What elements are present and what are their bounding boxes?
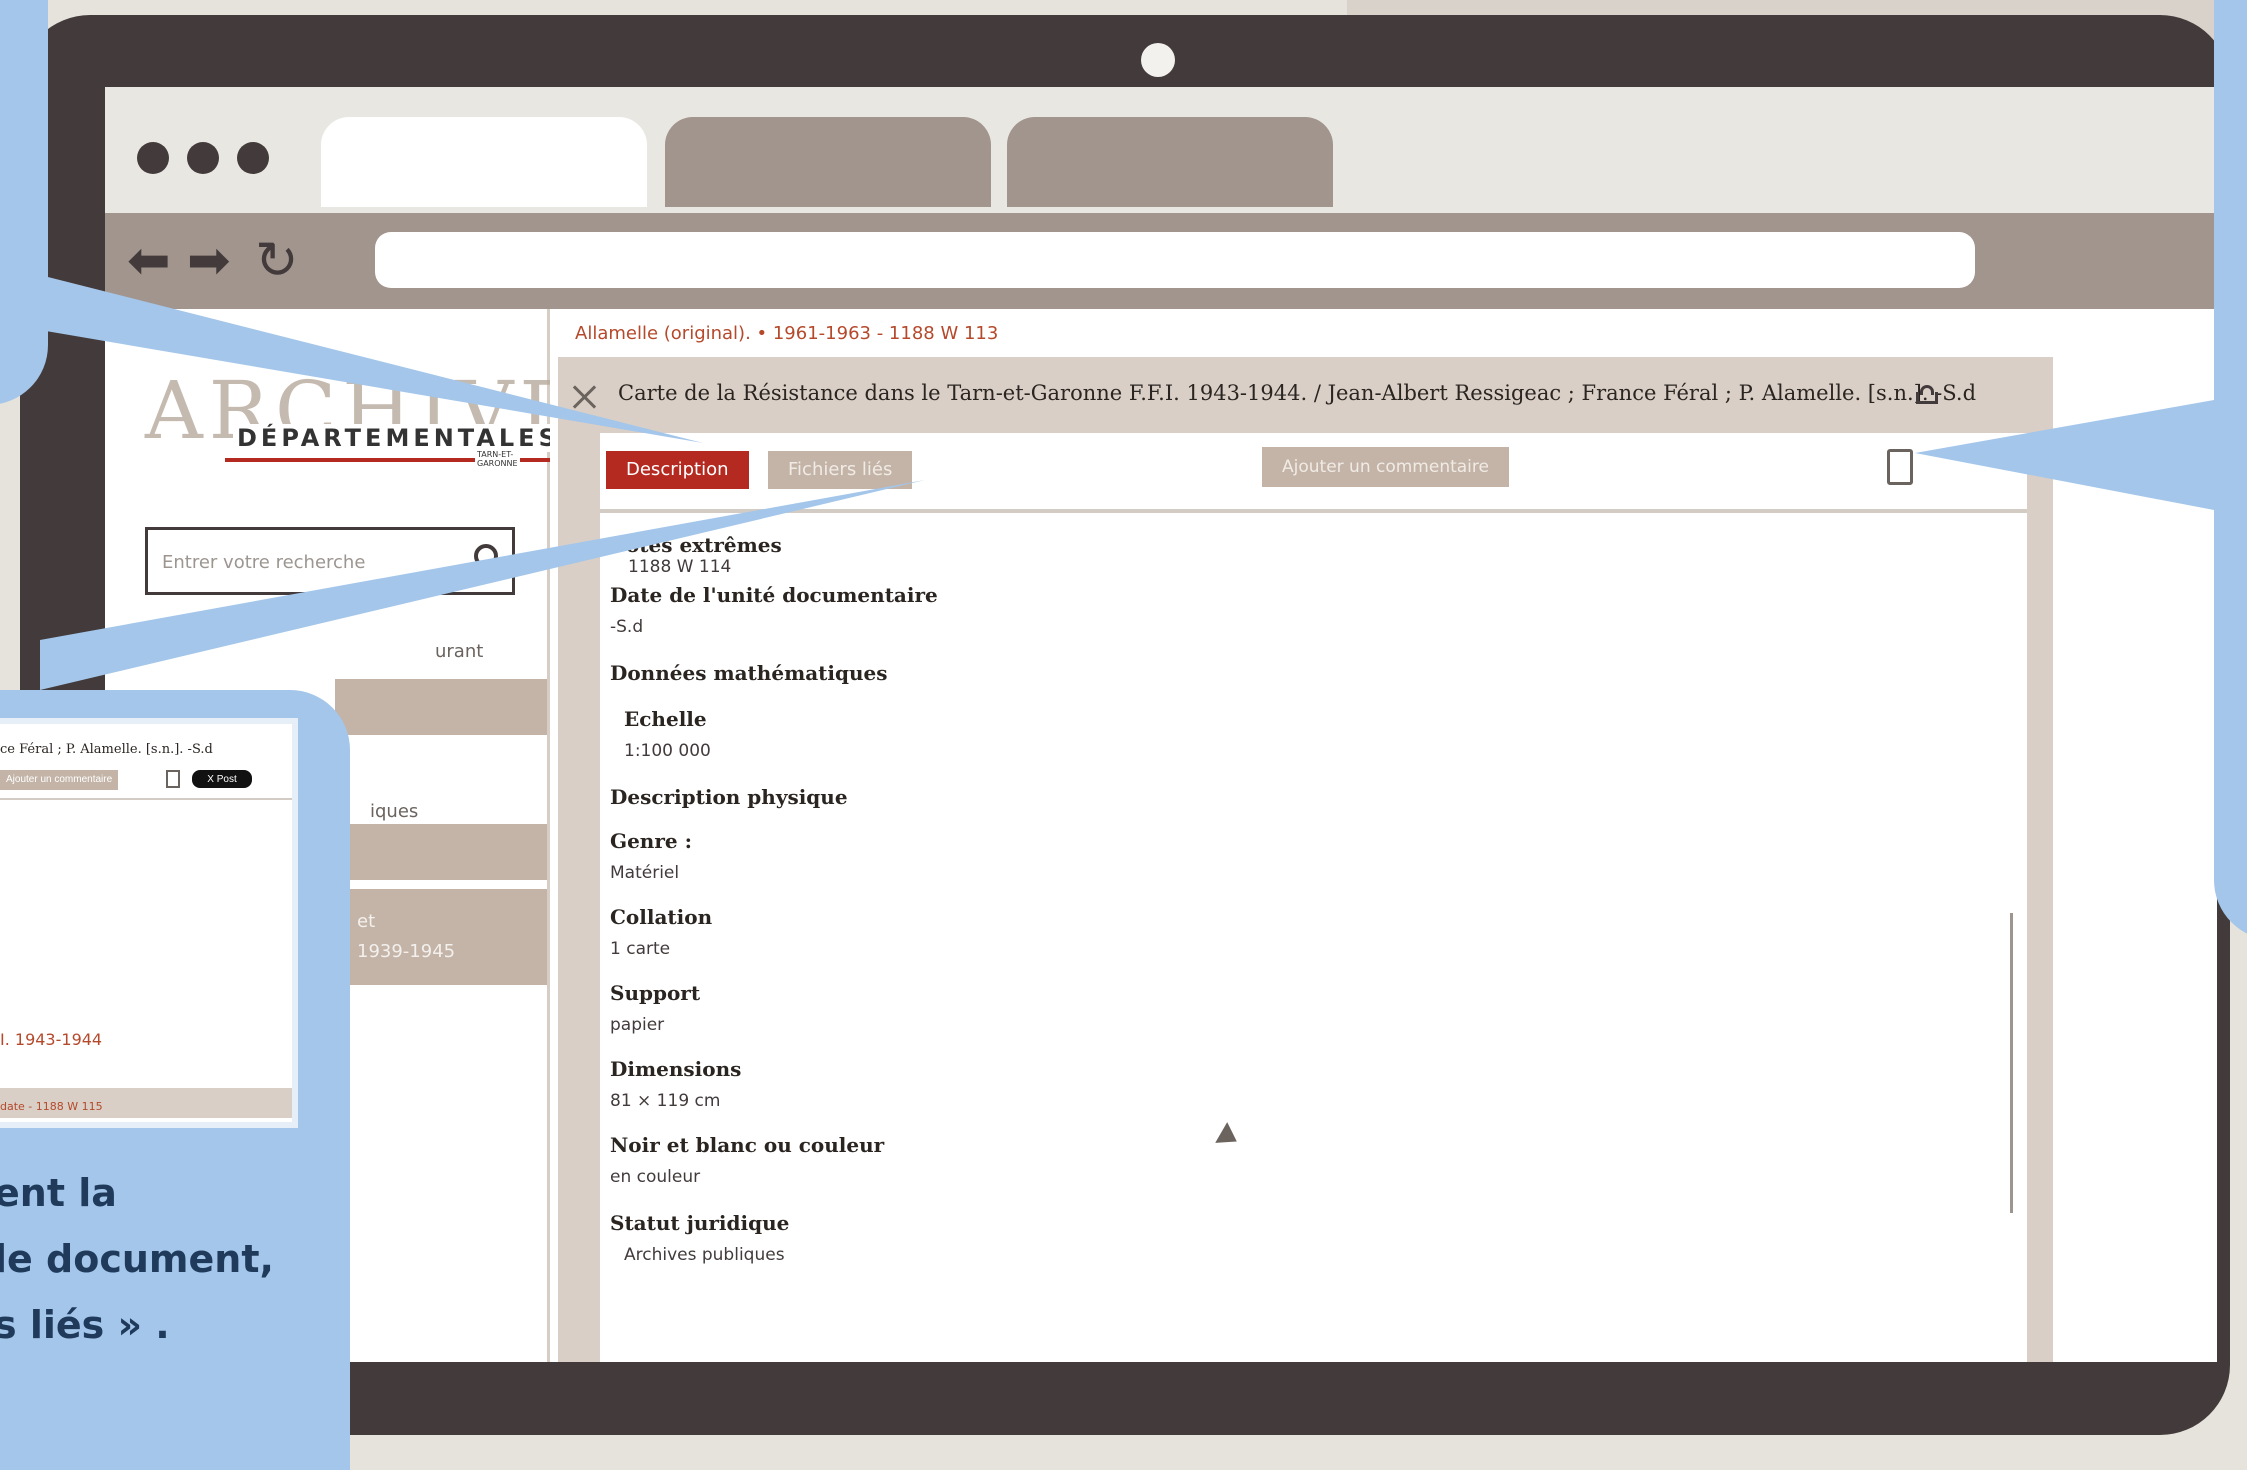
- divider: [0, 798, 292, 800]
- callout-bubble: [2214, 0, 2247, 940]
- callout-line: s liés » .: [0, 1303, 170, 1347]
- thumbnail-footer: date - 1188 W 115: [0, 1088, 292, 1118]
- thumbnail-preview: ce Féral ; P. Alamelle. [s.n.]. -S.d Ajo…: [0, 718, 298, 1128]
- thumbnail-link: I. 1943-1944: [0, 1030, 103, 1049]
- callout-pointer: [40, 480, 925, 690]
- print-icon: [166, 770, 180, 788]
- x-post-button: X Post: [192, 770, 252, 788]
- thumbnail-title: ce Féral ; P. Alamelle. [s.n.]. -S.d: [0, 742, 213, 757]
- callout-line: ent la: [0, 1171, 117, 1215]
- callout-pointer: [1915, 400, 2214, 510]
- callout-text: ent la le document, s liés » .: [0, 1160, 274, 1358]
- callout-pointer: [40, 275, 703, 443]
- thumbnail-comment-button: Ajouter un commentaire: [0, 770, 119, 790]
- thumbnail-footer-text: date - 1188 W 115: [0, 1100, 103, 1113]
- callout-line: le document,: [0, 1237, 274, 1281]
